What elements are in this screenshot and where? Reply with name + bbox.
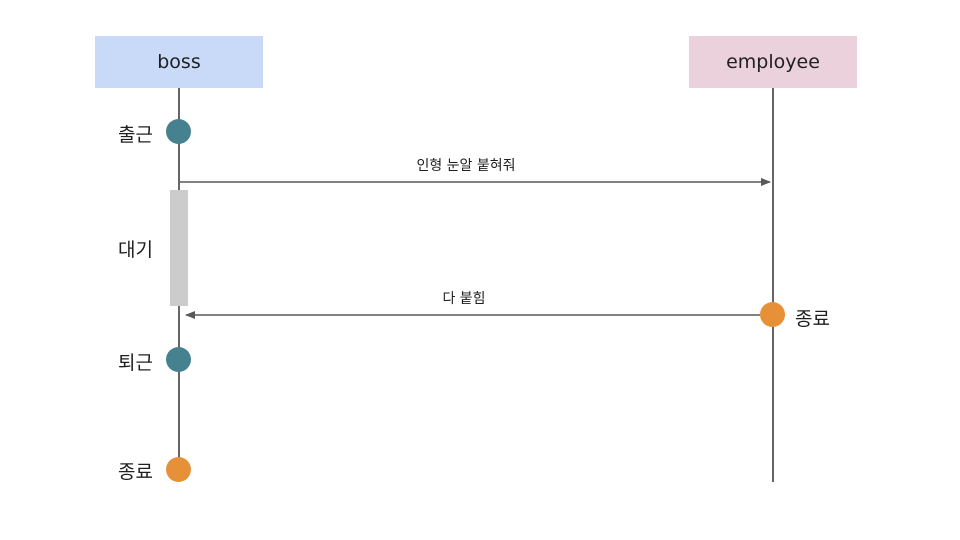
event-start-label: 출근: [118, 124, 153, 146]
event-leave-label: 퇴근: [118, 352, 153, 374]
event-leave-dot: [166, 347, 191, 372]
event-boss-end-dot: [166, 457, 191, 482]
event-boss-end-label: 종료: [118, 461, 153, 483]
event-start-dot: [166, 119, 191, 144]
event-employee-end-dot: [760, 302, 785, 327]
event-wait-label: 대기: [118, 239, 153, 261]
event-employee-end-label: 종료: [795, 308, 830, 330]
message-request-label: 인형 눈알 붙혀줘: [416, 158, 516, 174]
sequence-diagram: boss employee 인형 눈알 붙혀줘 다 붙힘 출근 대기 퇴근 종료…: [0, 0, 960, 540]
message-reply-label: 다 붙힘: [442, 291, 486, 307]
